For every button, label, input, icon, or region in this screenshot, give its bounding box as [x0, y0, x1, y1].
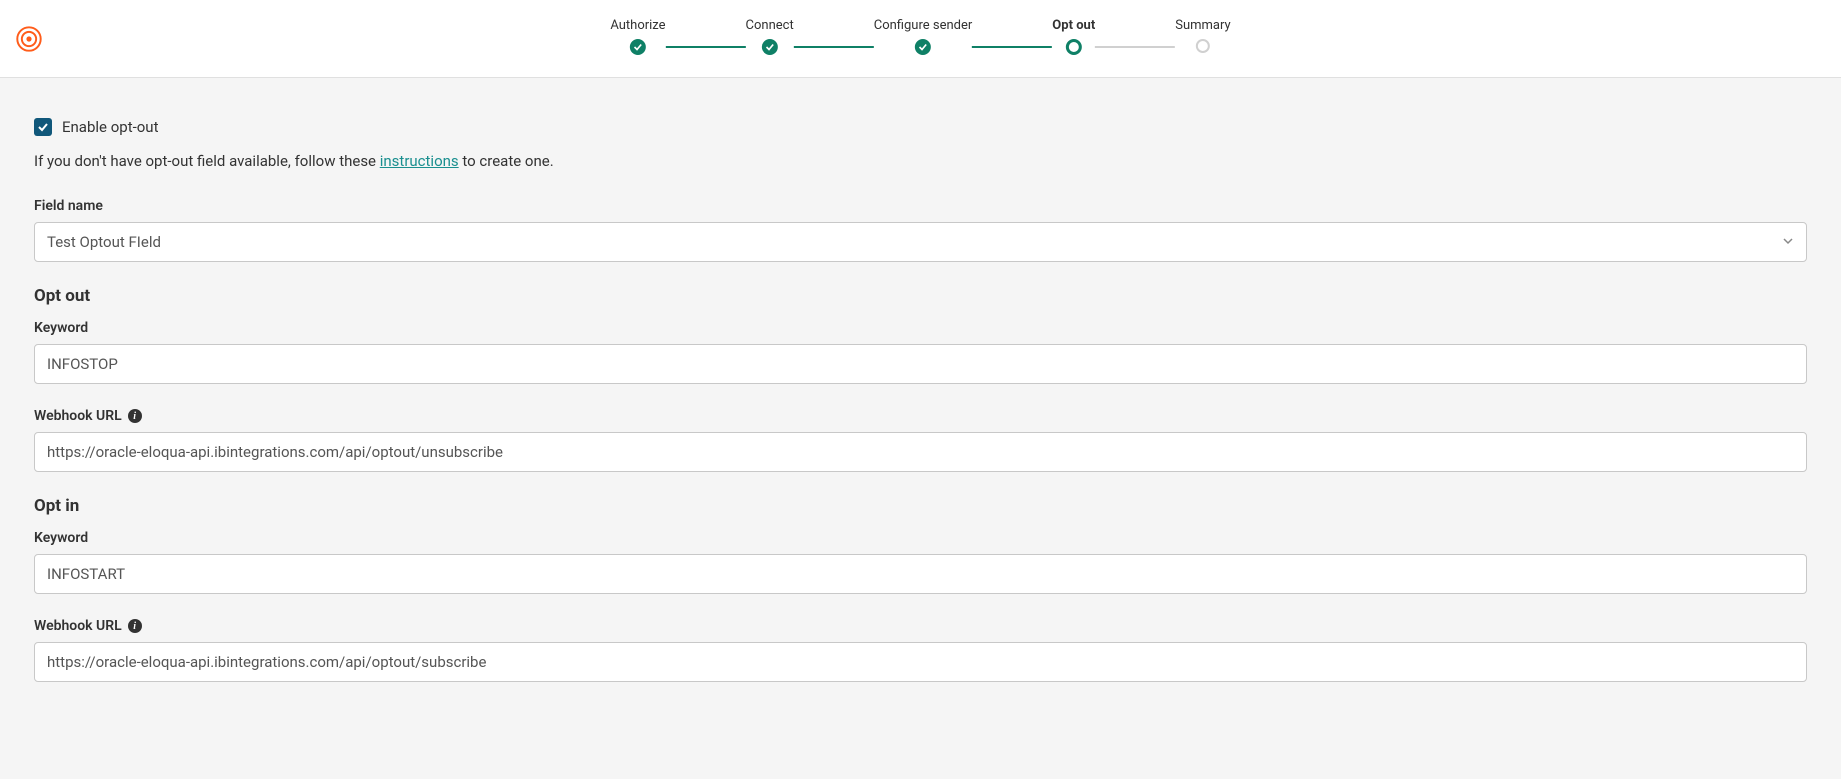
opt-in-section-title: Opt in	[34, 496, 1807, 516]
field-name-group: Field name Test Optout FIeld	[34, 198, 1807, 262]
optin-keyword-group: Keyword	[34, 530, 1807, 594]
field-name-select[interactable]: Test Optout FIeld	[34, 222, 1807, 262]
step-connector	[972, 46, 1052, 48]
field-name-label: Field name	[34, 198, 1807, 214]
optout-keyword-input[interactable]	[34, 344, 1807, 384]
step-configure-sender[interactable]: Configure sender	[874, 18, 973, 55]
field-name-value: Test Optout FIeld	[47, 233, 161, 251]
info-icon[interactable]: i	[128, 409, 142, 423]
header: Authorize Connect Configure sender Opt o…	[0, 0, 1841, 78]
chevron-down-icon	[1782, 233, 1794, 251]
step-connector	[1095, 46, 1175, 48]
opt-out-section-title: Opt out	[34, 286, 1807, 306]
current-step-icon	[1066, 39, 1082, 55]
instructions-link[interactable]: instructions	[380, 152, 459, 170]
info-icon[interactable]: i	[128, 619, 142, 633]
pending-step-icon	[1196, 39, 1210, 53]
optout-webhook-input[interactable]	[34, 432, 1807, 472]
check-icon	[762, 39, 778, 55]
optout-webhook-group: Webhook URL i	[34, 408, 1807, 472]
optin-webhook-group: Webhook URL i	[34, 618, 1807, 682]
step-summary[interactable]: Summary	[1175, 18, 1230, 53]
optin-keyword-label: Keyword	[34, 530, 1807, 546]
enable-optout-row: Enable opt-out	[34, 118, 1807, 136]
optout-webhook-label: Webhook URL i	[34, 408, 1807, 424]
check-icon	[630, 39, 646, 55]
step-opt-out[interactable]: Opt out	[1052, 18, 1095, 55]
brand-logo-icon	[16, 26, 42, 52]
step-authorize[interactable]: Authorize	[610, 18, 665, 55]
enable-optout-label: Enable opt-out	[62, 118, 158, 136]
step-connect[interactable]: Connect	[746, 18, 794, 55]
wizard-stepper: Authorize Connect Configure sender Opt o…	[610, 18, 1230, 55]
optin-webhook-label: Webhook URL i	[34, 618, 1807, 634]
optout-keyword-group: Keyword	[34, 320, 1807, 384]
step-connector	[794, 46, 874, 48]
check-icon	[915, 39, 931, 55]
optout-keyword-label: Keyword	[34, 320, 1807, 336]
optin-webhook-input[interactable]	[34, 642, 1807, 682]
optin-keyword-input[interactable]	[34, 554, 1807, 594]
content: Enable opt-out If you don't have opt-out…	[0, 78, 1841, 736]
help-text: If you don't have opt-out field availabl…	[34, 152, 1807, 170]
step-connector	[666, 46, 746, 48]
enable-optout-checkbox[interactable]	[34, 118, 52, 136]
